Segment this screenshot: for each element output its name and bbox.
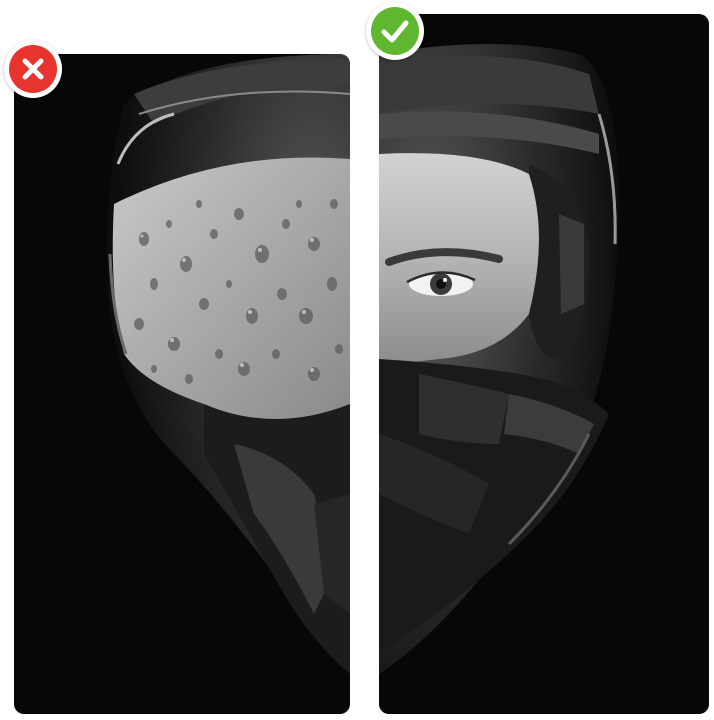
helmet-with-wet-visor-image bbox=[107, 54, 350, 674]
right-comparison-panel bbox=[379, 14, 709, 714]
helmet-with-clear-visor-image bbox=[379, 44, 619, 674]
left-comparison-panel bbox=[14, 54, 350, 714]
x-mark-icon bbox=[9, 45, 57, 93]
wrong-badge bbox=[4, 40, 62, 98]
check-mark-icon bbox=[371, 7, 419, 55]
correct-badge bbox=[366, 2, 424, 60]
